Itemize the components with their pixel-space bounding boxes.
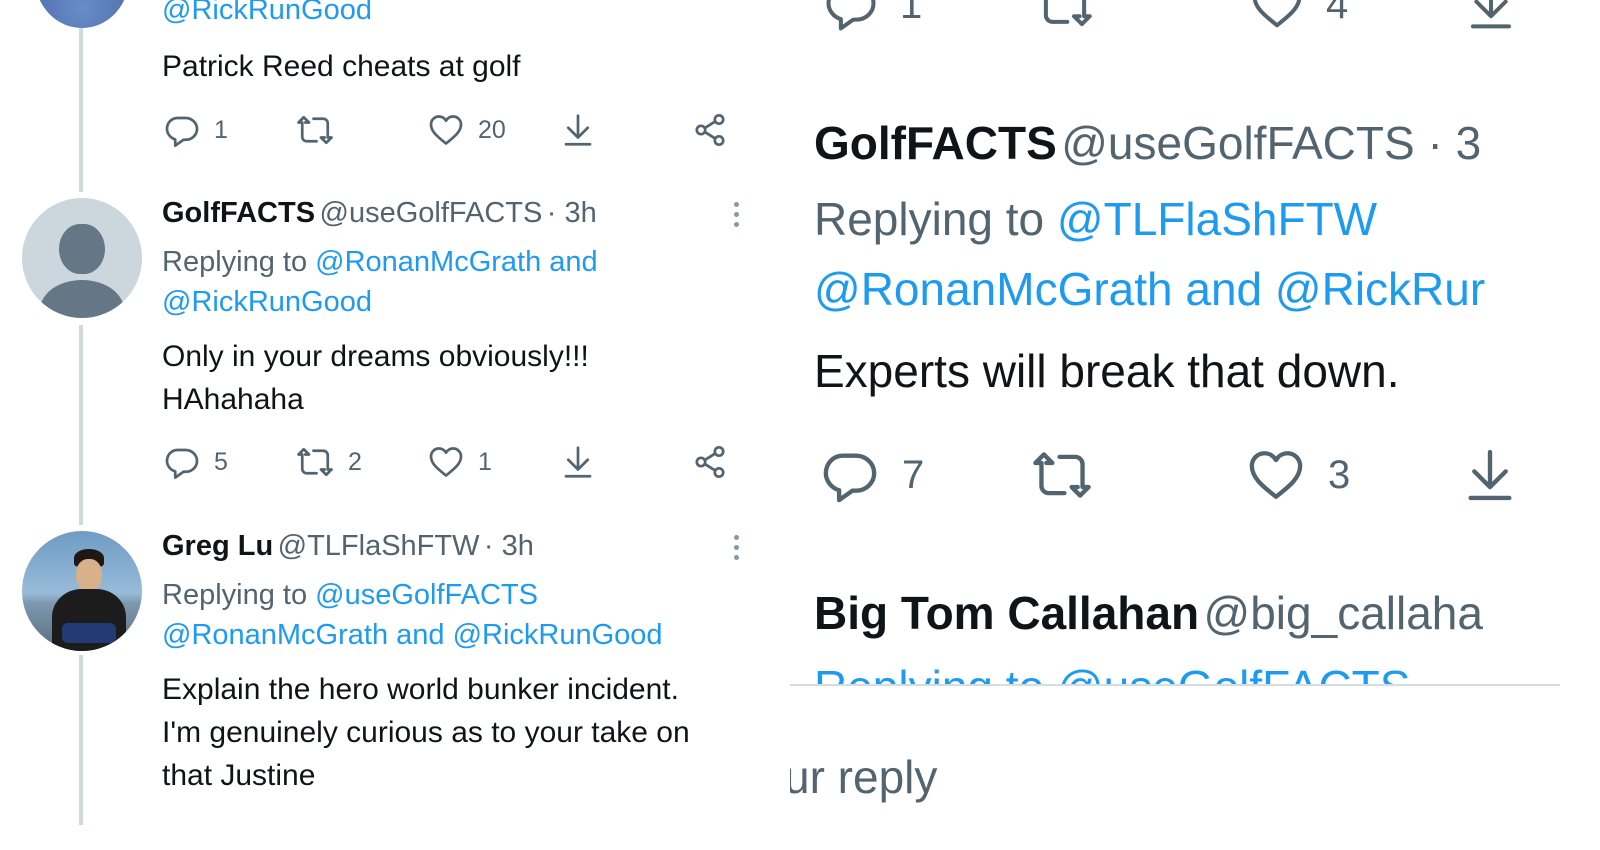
mention-link[interactable]: @RonanMcGrath and @RickRur: [814, 262, 1485, 316]
replying-to: Replying to @TLFlaShFTW: [814, 192, 1377, 246]
divider: [790, 684, 1560, 686]
reply-count: 1: [900, 0, 923, 27]
mention-link[interactable]: @RonanMcGrath and: [315, 246, 598, 278]
mention-link[interactable]: @TLFlaShFTW: [1057, 193, 1377, 245]
handle[interactable]: @useGolfFACTS: [320, 197, 543, 229]
retweet-count: 2: [348, 447, 362, 476]
retweet-button[interactable]: [296, 112, 334, 148]
like-icon: [428, 112, 464, 148]
timestamp[interactable]: · 3h: [484, 530, 534, 562]
mention-link[interactable]: @RickRunGood: [162, 286, 372, 319]
left-screenshot-panel: @RickRunGood Patrick Reed cheats at golf…: [0, 0, 790, 850]
download-icon: [1464, 0, 1518, 32]
tweet-text-line: I'm genuinely curious as to your take on: [162, 716, 690, 749]
thread-line: [79, 20, 83, 192]
reply-count: 1: [214, 115, 228, 144]
right-screenshot-panel: 1 4 GolfFACTS @useGolfFACTS · 3 Replying…: [790, 0, 1600, 850]
download-icon: [560, 112, 596, 148]
display-name[interactable]: GolfFACTS: [814, 117, 1057, 169]
timestamp[interactable]: · 3h: [547, 197, 597, 229]
replying-to-label: Replying to: [162, 579, 308, 611]
reply-icon: [164, 112, 200, 148]
thread-line: [79, 325, 83, 525]
handle[interactable]: @big_callaha: [1204, 587, 1483, 639]
share-button[interactable]: [692, 444, 728, 480]
reply-count: 5: [214, 447, 228, 476]
like-count: 4: [1326, 0, 1349, 27]
retweet-icon: [1030, 446, 1094, 504]
reply-icon: [164, 444, 200, 480]
avatar[interactable]: [22, 531, 142, 651]
like-icon: [428, 444, 464, 480]
reply-button[interactable]: 1: [164, 112, 228, 148]
reply-icon: [820, 446, 880, 504]
tweet-text-line: Only in your dreams obviously!!!: [162, 340, 589, 373]
handle-link[interactable]: @RickRunGood: [162, 0, 372, 27]
tweet-header: GolfFACTS @useGolfFACTS · 3: [814, 116, 1481, 170]
like-button[interactable]: 20: [428, 112, 506, 148]
share-icon: [692, 444, 728, 480]
tweet-text: Patrick Reed cheats at golf: [162, 50, 521, 83]
tweet-header: Big Tom Callahan @big_callaha: [814, 586, 1483, 640]
reply-button[interactable]: 1: [824, 0, 922, 32]
download-button[interactable]: [1460, 446, 1520, 504]
replying-to: Replying to @RonanMcGrath and: [162, 240, 598, 284]
like-icon: [1250, 0, 1304, 32]
handle[interactable]: @useGolfFACTS · 3: [1061, 117, 1481, 169]
more-options-icon[interactable]: [734, 535, 740, 565]
tweet-text-line: that Justine: [162, 759, 316, 792]
replying-to-label: Replying to: [162, 246, 308, 278]
download-button[interactable]: [1464, 0, 1518, 32]
reply-input[interactable]: ur reply: [790, 750, 937, 804]
more-options-icon[interactable]: [734, 202, 740, 232]
tweet-text-line: HAhahaha: [162, 383, 304, 416]
tweet-text-line: Explain the hero world bunker incident.: [162, 673, 679, 706]
reply-icon: [824, 0, 878, 32]
retweet-icon: [296, 444, 334, 480]
replying-to-partial: Replying to @useGolfFACTS: [814, 660, 1410, 684]
download-icon: [560, 444, 596, 480]
retweet-icon: [296, 112, 334, 148]
partial-reply-line: Replying to @useGolfFACTS: [790, 660, 1600, 684]
retweet-button[interactable]: 2: [296, 444, 362, 480]
retweet-button[interactable]: [1030, 446, 1094, 504]
like-button[interactable]: 4: [1250, 0, 1348, 32]
reply-button[interactable]: 5: [164, 444, 228, 480]
tweet-header: Greg Lu @TLFlaShFTW · 3h: [162, 530, 534, 563]
like-count: 3: [1328, 452, 1351, 497]
like-button[interactable]: 3: [1246, 446, 1350, 504]
like-count: 1: [478, 447, 492, 476]
like-button[interactable]: 1: [428, 444, 492, 480]
display-name[interactable]: Greg Lu: [162, 530, 273, 562]
thread-line: [79, 655, 83, 825]
retweet-button[interactable]: [1036, 0, 1094, 32]
like-icon: [1246, 446, 1306, 504]
mention-link[interactable]: @useGolfFACTS: [315, 579, 538, 611]
mention-link[interactable]: @RonanMcGrath and @RickRunGood: [162, 619, 663, 652]
reply-button[interactable]: 7: [820, 446, 924, 504]
share-button[interactable]: [692, 112, 728, 148]
avatar[interactable]: [22, 198, 142, 318]
tweet-header: GolfFACTS @useGolfFACTS · 3h: [162, 197, 597, 230]
download-button[interactable]: [560, 444, 596, 480]
replying-to-text: Replying to @useGolfFACTS: [814, 661, 1410, 684]
like-count: 20: [478, 115, 506, 144]
display-name[interactable]: Big Tom Callahan: [814, 587, 1199, 639]
retweet-icon: [1036, 0, 1094, 32]
download-button[interactable]: [560, 112, 596, 148]
reply-count: 7: [902, 452, 925, 497]
download-icon: [1460, 446, 1520, 504]
display-name[interactable]: GolfFACTS: [162, 197, 315, 229]
avatar[interactable]: [35, 0, 129, 28]
share-icon: [692, 112, 728, 148]
handle[interactable]: @TLFlaShFTW: [278, 530, 480, 562]
partial-action-row: 1 4: [790, 0, 1600, 36]
replying-to: Replying to @useGolfFACTS: [162, 573, 538, 617]
tweet-text: Experts will break that down.: [814, 345, 1400, 397]
replying-to-label: Replying to: [814, 193, 1045, 245]
